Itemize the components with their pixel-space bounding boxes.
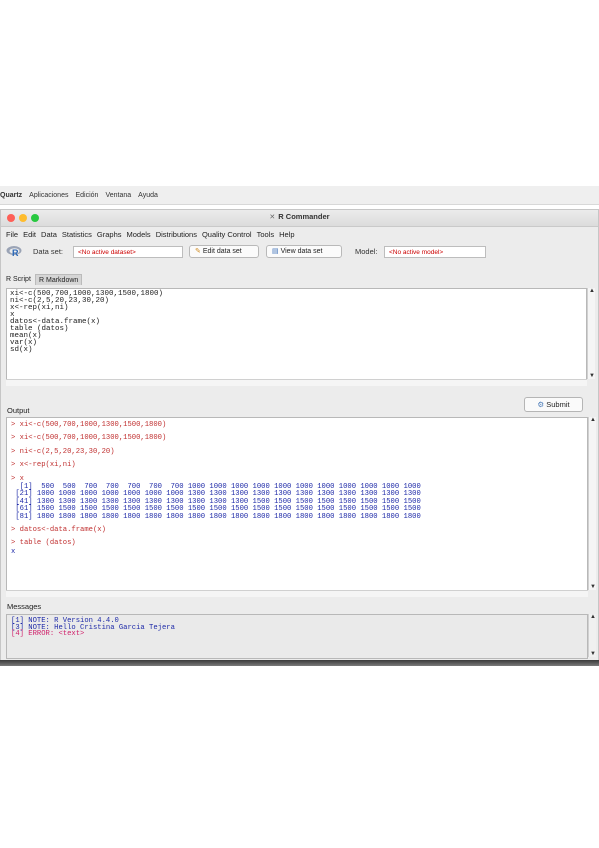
output-command: > xi<-c(500,700,1000,1300,1500,1800) bbox=[11, 421, 167, 429]
toolbar: R Data set: <No active dataset> ✎ Edit d… bbox=[1, 242, 598, 264]
menu-distributions[interactable]: Distributions bbox=[156, 230, 197, 239]
output-command: > datos<-data.frame(x) bbox=[11, 526, 106, 535]
active-dataset-field[interactable]: <No active dataset> bbox=[73, 246, 183, 258]
scroll-up-arrow-icon[interactable]: ▲ bbox=[588, 288, 596, 294]
menubar-item-ventana[interactable]: Ventana bbox=[105, 192, 131, 199]
script-line: ni<-c(2,5,20,23,30,20) bbox=[10, 297, 110, 305]
submit-label: Submit bbox=[546, 400, 570, 409]
gears-icon: ⚙ bbox=[537, 400, 545, 409]
menu-tools[interactable]: Tools bbox=[257, 230, 275, 239]
messages-vertical-scrollbar[interactable]: ▲ ▼ bbox=[588, 614, 596, 657]
tab-r-markdown[interactable]: R Markdown bbox=[35, 274, 83, 285]
dataset-label: Data set: bbox=[33, 247, 64, 256]
output-command: > xi<-c(500,700,1000,1300,1500,1800) bbox=[11, 434, 167, 443]
menubar-item-edicion[interactable]: Edición bbox=[75, 192, 98, 199]
message-line-error: [4] ERROR: <text> bbox=[11, 630, 85, 639]
r-logo-letter: R bbox=[12, 248, 19, 258]
view-dataset-button[interactable]: ▤ View data set bbox=[266, 245, 342, 258]
window-titlebar: ✕ R Commander bbox=[1, 210, 598, 227]
menu-models[interactable]: Models bbox=[127, 230, 151, 239]
window-title-area: ✕ R Commander bbox=[1, 212, 598, 221]
output-horizontal-scrollbar[interactable] bbox=[6, 590, 588, 597]
menu-help[interactable]: Help bbox=[279, 230, 294, 239]
script-line: x<-rep(xi,ni) bbox=[10, 304, 69, 312]
scroll-down-arrow-icon[interactable]: ▼ bbox=[589, 584, 597, 590]
messages-console[interactable]: [1] NOTE: R Version 4.4.0 [3] NOTE: Hell… bbox=[6, 614, 588, 659]
message-line-note: [3] NOTE: Hello Cristina Garcia Tejera bbox=[11, 623, 175, 632]
menu-file[interactable]: File bbox=[6, 230, 18, 239]
pencil-icon: ✎ bbox=[195, 248, 201, 255]
edit-dataset-button[interactable]: ✎ Edit data set bbox=[189, 245, 259, 258]
active-model-field[interactable]: <No active model> bbox=[384, 246, 486, 258]
output-command: > x bbox=[11, 474, 24, 483]
output-label: Output bbox=[7, 406, 30, 415]
submit-button[interactable]: ⚙ Submit bbox=[524, 397, 583, 412]
script-line: var(x) bbox=[10, 339, 38, 347]
menu-edit[interactable]: Edit bbox=[23, 230, 36, 239]
tab-r-script[interactable]: R Script bbox=[3, 274, 34, 285]
active-model-value: <No active model> bbox=[389, 249, 444, 256]
menu-data[interactable]: Data bbox=[41, 230, 57, 239]
messages-label: Messages bbox=[7, 602, 42, 611]
window-title: R Commander bbox=[278, 212, 330, 221]
model-label: Model: bbox=[355, 247, 378, 256]
r-logo-icon: R bbox=[6, 246, 22, 258]
output-result-line: [81] 1800 1800 1800 1800 1800 1800 1800 … bbox=[11, 512, 421, 521]
scroll-up-arrow-icon[interactable]: ▲ bbox=[589, 417, 597, 423]
script-line: sd(x) bbox=[10, 346, 33, 354]
output-vertical-scrollbar[interactable]: ▲ ▼ bbox=[588, 417, 596, 590]
scroll-down-arrow-icon[interactable]: ▼ bbox=[588, 373, 596, 379]
edit-dataset-label: Edit data set bbox=[202, 248, 242, 255]
scroll-up-arrow-icon[interactable]: ▲ bbox=[589, 614, 597, 620]
view-dataset-label: View data set bbox=[280, 248, 323, 255]
menu-quality-control[interactable]: Quality Control bbox=[202, 230, 252, 239]
script-line: mean(x) bbox=[10, 332, 42, 340]
output-result-line: x bbox=[11, 547, 16, 556]
menu-statistics[interactable]: Statistics bbox=[62, 230, 92, 239]
script-vertical-scrollbar[interactable]: ▲ ▼ bbox=[587, 288, 595, 379]
menubar-item-ayuda[interactable]: Ayuda bbox=[138, 192, 158, 199]
script-editor[interactable]: xi<-c(500,700,1000,1300,1500,1800) ni<-c… bbox=[6, 288, 587, 386]
app-menu-bar: File Edit Data Statistics Graphs Models … bbox=[1, 227, 598, 241]
active-dataset-value: <No active dataset> bbox=[78, 249, 136, 256]
menubar-item-quartz[interactable]: Quartz bbox=[0, 192, 22, 199]
menubar-item-aplicaciones[interactable]: Aplicaciones bbox=[29, 192, 68, 199]
output-command: > x<-rep(xi,ni) bbox=[11, 461, 76, 470]
script-line: table (datos) bbox=[10, 325, 69, 333]
window-bottom-shadow bbox=[0, 660, 599, 666]
view-table-icon: ▤ bbox=[272, 248, 279, 255]
script-horizontal-scrollbar[interactable] bbox=[6, 379, 587, 386]
scroll-down-arrow-icon[interactable]: ▼ bbox=[589, 651, 597, 657]
x-window-icon: ✕ bbox=[269, 214, 276, 221]
script-line: datos<-data.frame(x) bbox=[10, 318, 101, 326]
output-command: > ni<-c(2,5,20,23,30,20) bbox=[11, 447, 115, 456]
output-command: > table (datos) bbox=[11, 539, 76, 548]
menu-graphs[interactable]: Graphs bbox=[97, 230, 122, 239]
macos-menubar: Quartz Aplicaciones Edición Ventana Ayud… bbox=[0, 186, 599, 205]
output-console[interactable]: > xi<-c(500,700,1000,1300,1500,1800) > x… bbox=[6, 417, 588, 597]
rcommander-window: ✕ R Commander File Edit Data Statistics G… bbox=[0, 209, 599, 661]
